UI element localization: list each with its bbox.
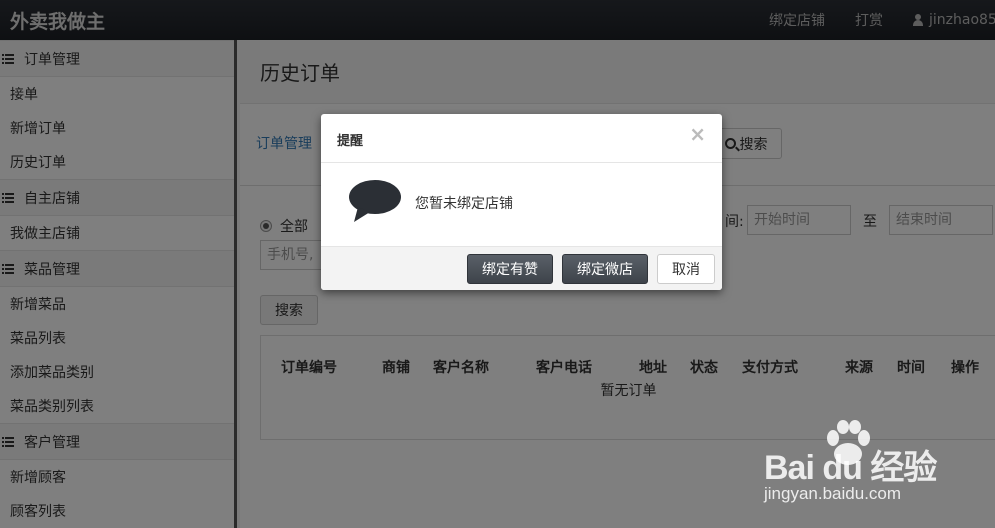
close-icon[interactable]: ×: [689, 124, 706, 144]
dialog-footer: 绑定有赞 绑定微店 取消: [321, 246, 722, 290]
dialog-header: 提醒 ×: [321, 114, 722, 163]
dialog-message: 您暂未绑定店铺: [415, 196, 513, 212]
dialog-title: 提醒: [337, 134, 364, 149]
reminder-dialog: 提醒 × 您暂未绑定店铺 绑定有赞 绑定微店 取消: [321, 114, 722, 290]
dialog-body: 您暂未绑定店铺: [321, 163, 722, 246]
cancel-button[interactable]: 取消: [657, 254, 715, 284]
bind-youzan-button[interactable]: 绑定有赞: [467, 254, 553, 284]
speech-bubble-icon: [349, 180, 401, 222]
watermark-url: jingyan.baidu.com: [764, 484, 902, 503]
bind-weidian-button[interactable]: 绑定微店: [562, 254, 648, 284]
baidu-jingyan-watermark: Bai du 经验 jingyan.baidu.com: [764, 420, 992, 510]
watermark-logo: Bai du 经验: [764, 449, 937, 487]
